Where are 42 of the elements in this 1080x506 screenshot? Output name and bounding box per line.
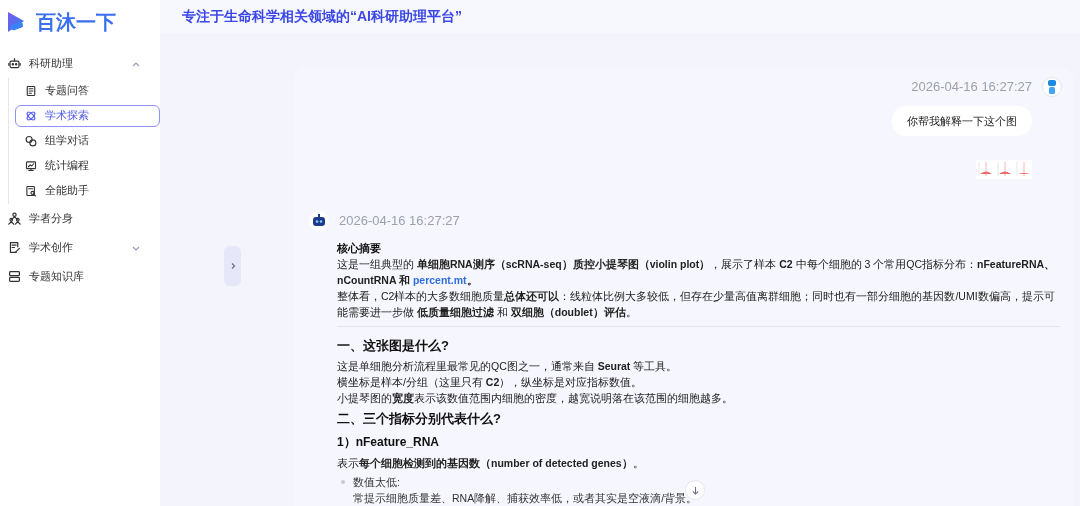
paragraph: 这是单细胞分析流程里最常见的QC图之一，通常来自 Seurat 等工具。: [337, 359, 679, 374]
arrow-down-icon: [690, 485, 700, 495]
section-heading: 二、三个指标分别代表什么?: [337, 410, 502, 428]
document-icon: [25, 85, 37, 97]
bullet-detail: 常提示细胞质量差、RNA降解、捕获效率低，或者其实是空液滴/背景。: [353, 491, 698, 506]
paragraph: 整体看，C2样本的大多数细胞质量总体还可以：线粒体比例大多较低，但存在少量高值离群细胞；同时也有一部分细胞的基因数/UMI数偏高，提示可能需要进一步做 低质量细胞过滤 和 双细胞（doublet）评估。: [337, 289, 1056, 320]
paragraph: 表示每个细胞检测到的基因数（number of detected genes）。: [337, 456, 645, 471]
document-search-icon: [25, 185, 37, 197]
sidebar-subitem[interactable]: 全能助手: [15, 180, 160, 202]
scroll-down-button[interactable]: [685, 480, 705, 500]
paragraph: 这是一组典型的 单细胞RNA测序（scRNA-seq）质控小提琴图（violin plot），展示了样本 C2 中每个细胞的 3 个常用QC指标分布：nFeatureRNA、nCountRNA 和 percent.mt。: [337, 257, 1057, 288]
people-icon: [8, 212, 21, 225]
sidebar-item[interactable]: 学术创作: [0, 233, 160, 262]
atom-icon: [25, 110, 37, 122]
paragraph: 横坐标是样本/分组（这里只有 C2），纵坐标是对应指标数值。: [337, 375, 644, 390]
paragraph: 小提琴图的宽度表示该数值范围内细胞的密度，越宽说明落在该范围的细胞越多。: [337, 391, 734, 406]
sidebar-subitem[interactable]: 专题问答: [15, 80, 160, 102]
chat-bubbles-icon: [25, 135, 37, 147]
sidebar-item[interactable]: 学者分身: [0, 204, 160, 233]
subsection-heading: 1）nFeature_RNA: [337, 434, 441, 451]
message-time: 2026-04-16 16:27:27: [911, 77, 1032, 96]
sidebar-item[interactable]: 专题知识库: [0, 262, 160, 291]
link[interactable]: percent.mt: [412, 274, 467, 286]
section-label: 核心摘要: [337, 241, 382, 256]
storage-icon: [8, 270, 21, 283]
monitor-icon: [25, 160, 37, 172]
bullet-icon: [341, 480, 345, 484]
page-title: 专注于生命科学相关领域的“AI科研助理平台”: [182, 6, 462, 26]
person-icon: [1047, 79, 1057, 94]
bullet-text: 数值太低:: [353, 475, 400, 490]
document-pen-icon: [8, 241, 21, 254]
robot-icon: [8, 57, 21, 70]
user-message-bubble: 你帮我解释一下这个图: [892, 105, 1032, 136]
sidebar-subitem[interactable]: 统计编程: [15, 155, 160, 177]
logo-text: 百沐一下: [36, 10, 116, 35]
sidebar-subitem[interactable]: 学术探索: [15, 105, 160, 127]
sidebar-subitem[interactable]: 组学对话: [15, 130, 160, 152]
message-time: 2026-04-16 16:27:27: [339, 212, 460, 231]
logo-icon: [6, 10, 26, 34]
sidebar-item[interactable]: 科研助理: [0, 49, 160, 78]
section-heading: 一、这张图是什么?: [337, 337, 450, 355]
violin-plot-drawing[interactable]: [976, 160, 1032, 179]
